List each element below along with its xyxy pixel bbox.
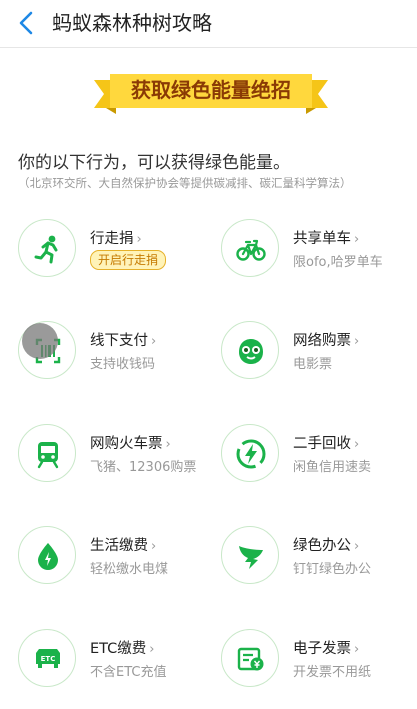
chevron-right-icon: ›: [151, 334, 157, 349]
chevron-right-icon: ›: [354, 334, 360, 349]
item-bike-share[interactable]: 共享单车 › 限ofo,哈罗单车: [221, 219, 417, 283]
icon-circle: [18, 424, 76, 482]
item-utility-pay[interactable]: 生活缴费 › 轻松缴水电煤: [18, 526, 218, 590]
item-label: 生活缴费: [90, 538, 148, 554]
item-etc-pay[interactable]: ETC ETC缴费 › 不含ETC充值: [18, 629, 218, 693]
banner: 获取绿色能量绝招: [94, 72, 328, 114]
item-label: 线下支付: [90, 333, 148, 349]
bicycle-icon: [236, 239, 266, 261]
item-second-hand[interactable]: 二手回收 › 闲鱼信用速卖: [221, 424, 417, 488]
chevron-right-icon: ›: [165, 437, 171, 452]
item-walk-donate[interactable]: 行走捐 › 开启行走捐: [18, 219, 218, 283]
icon-circle: [221, 424, 279, 482]
item-label: 共享单车: [293, 231, 351, 247]
chevron-right-icon: ›: [354, 642, 360, 657]
item-description: 支持收钱码: [90, 357, 156, 372]
intro-note: （北京环交所、大自然保护协会等提供碳减排、碳汇量科学算法）: [18, 176, 352, 190]
item-label: 二手回收: [293, 436, 351, 452]
icon-circle: ETC: [18, 629, 76, 687]
chevron-right-icon: ›: [354, 539, 360, 554]
enable-walk-donate-button[interactable]: 开启行走捐: [90, 250, 167, 270]
dingtalk-icon: [239, 546, 263, 569]
item-label: ETC缴费: [90, 641, 147, 657]
item-label: 网购火车票: [90, 436, 163, 452]
item-label: 网络购票: [293, 333, 351, 349]
chevron-right-icon: ›: [136, 232, 142, 247]
back-arrow-icon[interactable]: [14, 10, 40, 36]
item-description: 开发票不用纸: [293, 665, 372, 680]
banner-title: 获取绿色能量绝招: [131, 78, 291, 102]
page-title: 蚂蚁森林种树攻略: [52, 11, 212, 35]
icon-circle: [221, 629, 279, 687]
item-description: 钉钉绿色办公: [293, 562, 372, 577]
svg-text:ETC: ETC: [41, 655, 56, 663]
touch-indicator: [22, 323, 58, 359]
cinema-mascot-icon: [239, 339, 263, 364]
water-drop-icon: [38, 543, 58, 570]
intro-headline: 你的以下行为，可以获得绿色能量。: [18, 153, 290, 173]
item-online-ticket[interactable]: 网络购票 › 电影票: [221, 321, 417, 385]
item-label: 绿色办公: [293, 538, 351, 554]
e-invoice-icon: [237, 647, 264, 671]
chevron-right-icon: ›: [151, 539, 157, 554]
icon-circle: [18, 219, 76, 277]
icon-circle: [18, 526, 76, 584]
item-description: 轻松缴水电煤: [90, 562, 169, 577]
item-green-office[interactable]: 绿色办公 › 钉钉绿色办公: [221, 526, 417, 590]
item-label: 电子发票: [293, 641, 351, 657]
train-icon: [37, 442, 59, 469]
item-description: 限ofo,哈罗单车: [293, 255, 383, 270]
nav-bar: 蚂蚁森林种树攻略: [0, 0, 417, 48]
item-description: 不含ETC充值: [90, 665, 167, 680]
item-description: 飞猪、12306购票: [90, 460, 197, 475]
item-label: 行走捐: [90, 231, 134, 247]
item-description: 闲鱼信用速卖: [293, 460, 372, 475]
item-description: 电影票: [293, 357, 333, 372]
item-e-invoice[interactable]: 电子发票 › 开发票不用纸: [221, 629, 417, 693]
chevron-right-icon: ›: [354, 232, 360, 247]
icon-circle: [221, 219, 279, 277]
chevron-right-icon: ›: [149, 642, 155, 657]
etc-icon: ETC: [36, 649, 60, 668]
icon-circle: [221, 321, 279, 379]
icon-circle: [221, 526, 279, 584]
chevron-right-icon: ›: [354, 437, 360, 452]
item-train-ticket[interactable]: 网购火车票 › 飞猪、12306购票: [18, 424, 218, 488]
lightning-recycle-icon: [236, 439, 266, 469]
running-person-icon: [34, 235, 58, 264]
